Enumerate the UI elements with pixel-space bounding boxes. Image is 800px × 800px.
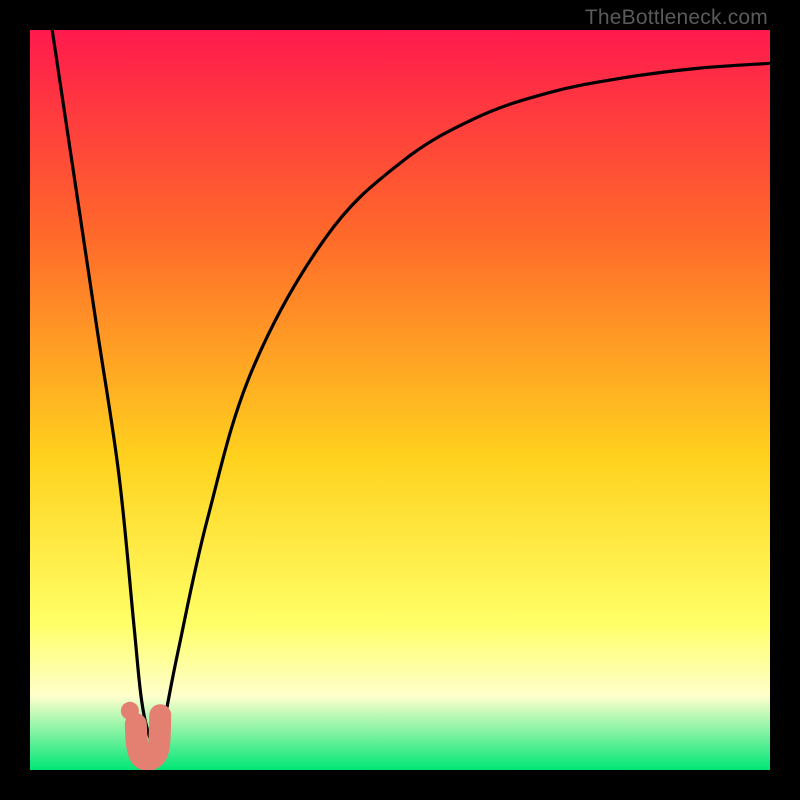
- accent-dot: [121, 702, 139, 720]
- plot-area: [30, 30, 770, 770]
- chart-frame: TheBottleneck.com: [0, 0, 800, 800]
- bottleneck-curve: [52, 30, 770, 748]
- curve-layer: [30, 30, 770, 770]
- watermark-text: TheBottleneck.com: [585, 6, 768, 30]
- accent-hook: [136, 715, 160, 760]
